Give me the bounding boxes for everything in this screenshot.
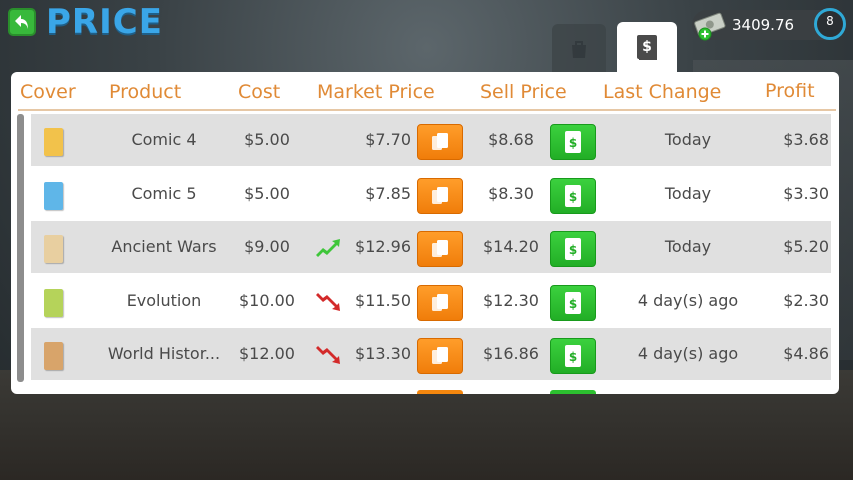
sell-price-value: $8.68 (488, 130, 534, 149)
cost-value: $5.00 (244, 183, 290, 203)
next-row-sell-button[interactable] (550, 390, 596, 394)
market-price-value: $11.50 (355, 290, 411, 310)
header-cover: Cover (20, 81, 76, 103)
svg-text:$: $ (569, 136, 577, 150)
table-row: Comic 5 $5.00 $7.85 $8.30 Today $3.30 $ (31, 168, 831, 220)
svg-text:$: $ (569, 243, 577, 257)
book-cover-icon (44, 288, 63, 317)
dollar-note-icon: $ (565, 184, 581, 207)
last-change-value: 4 day(s) ago (637, 290, 739, 310)
money-amount: 3409.76 (732, 16, 795, 34)
level-number: 8 (826, 14, 834, 28)
cost-value: $10.00 (239, 290, 295, 310)
copy-market-price-button[interactable] (417, 124, 463, 160)
scrollbar-thumb[interactable] (17, 114, 24, 382)
page-title: PRICE (46, 2, 163, 42)
cost-value: $5.00 (244, 130, 290, 149)
copy-icon (432, 293, 448, 311)
copy-icon (432, 133, 448, 150)
copy-market-price-button[interactable] (417, 177, 463, 214)
level-badge: 8 (814, 8, 846, 40)
dollar-note-icon: $ (565, 291, 581, 314)
last-change-value: Today (664, 130, 712, 149)
header-divider (18, 109, 836, 111)
tab-price[interactable]: $ (617, 22, 677, 74)
copy-icon (432, 240, 448, 257)
market-price-value: $7.70 (365, 130, 411, 149)
trend-down-icon (316, 346, 340, 364)
profit-value: $2.30 (783, 290, 829, 310)
table-row: Evolution $10.00 $11.50 $12.30 4 day(s) ago $… (31, 275, 831, 327)
market-price-value: $12.96 (355, 237, 411, 256)
profit-value: $4.86 (783, 344, 829, 363)
dollar-note-icon: $ (565, 238, 581, 260)
svg-text:$: $ (569, 350, 577, 364)
header-cost: Cost (238, 81, 281, 103)
cost-value: $9.00 (244, 237, 290, 256)
profit-value: $5.20 (783, 237, 829, 256)
set-sell-price-button[interactable]: $ (550, 338, 596, 374)
back-button[interactable] (8, 8, 36, 36)
cost-value: $12.00 (239, 344, 295, 363)
table-row: Comic 4 $5.00 $7.70 $8.68 Today $3.68 $ (31, 114, 831, 166)
profit-value: $3.30 (783, 183, 829, 203)
header-last-change: Last Change (603, 81, 722, 103)
bag-icon (572, 41, 586, 58)
price-book-icon: $ (637, 35, 657, 60)
set-sell-price-button[interactable]: $ (550, 177, 596, 214)
tab-inventory[interactable] (552, 24, 606, 74)
header-market-price: Market Price (317, 81, 435, 103)
book-cover-icon (44, 235, 63, 263)
dollar-note-icon: $ (565, 345, 581, 367)
last-change-value: Today (664, 237, 712, 256)
market-price-value: $13.30 (355, 344, 411, 363)
sell-price-value: $8.30 (488, 183, 534, 203)
header-sell-price: Sell Price (480, 81, 567, 103)
back-arrow-icon (15, 15, 28, 29)
book-cover-icon (44, 342, 63, 370)
sell-price-value: $12.30 (483, 290, 539, 310)
sell-price-value: $14.20 (483, 237, 539, 256)
book-cover-icon (44, 128, 63, 156)
dollar-note-icon: $ (565, 131, 581, 153)
svg-text:$: $ (569, 190, 577, 204)
table-row: Ancient Wars $9.00 $12.96 $14.20 Today $5.20 $ (31, 221, 831, 273)
book-cover-icon (44, 181, 63, 210)
price-table-panel: Cover Product Cost Market Price Sell Pri… (11, 72, 839, 394)
copy-icon (432, 347, 448, 364)
header-profit: Profit (765, 80, 815, 102)
cash-icon (694, 12, 726, 41)
market-price-value: $7.85 (365, 183, 411, 203)
last-change-value: 4 day(s) ago (637, 344, 739, 363)
last-change-value: Today (664, 183, 712, 203)
header-product: Product (109, 81, 182, 103)
trend-down-icon (316, 292, 340, 311)
copy-market-price-button[interactable] (417, 338, 463, 374)
trend-up-icon (316, 239, 340, 257)
svg-text:$: $ (642, 39, 652, 55)
table-header: Cover Product Cost Market Price Sell Pri… (11, 72, 839, 111)
sell-price-value: $16.86 (483, 344, 539, 363)
table-row: World Histor... $12.00 $13.30 $16.86 4 day(s… (31, 328, 831, 380)
copy-market-price-button[interactable] (417, 231, 463, 267)
profit-value: $3.68 (783, 130, 829, 149)
copy-market-price-button[interactable] (417, 284, 463, 321)
set-sell-price-button[interactable]: $ (550, 231, 596, 267)
svg-text:$: $ (569, 297, 577, 311)
copy-icon (432, 186, 448, 204)
set-sell-price-button[interactable]: $ (550, 284, 596, 321)
next-row-copy-button[interactable] (417, 390, 463, 394)
set-sell-price-button[interactable]: $ (550, 124, 596, 160)
